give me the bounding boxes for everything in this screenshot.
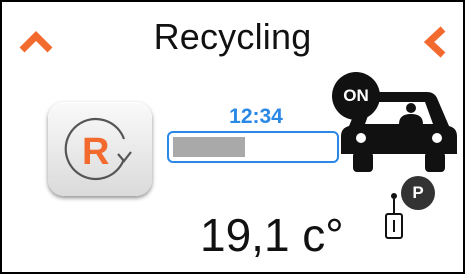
recycle-r-icon: R xyxy=(64,117,132,181)
progress-fill xyxy=(173,137,245,157)
recycling-screen: Recycling R 12:34 ON 19,1 c° P xyxy=(0,0,465,274)
page-title: Recycling xyxy=(153,16,312,57)
recycle-letter: R xyxy=(82,131,109,173)
chevron-left-icon xyxy=(423,26,446,58)
recycle-timer: 12:34 xyxy=(229,105,283,128)
temperature-readout: 19,1 c° xyxy=(200,209,344,261)
nav-back-button[interactable] xyxy=(416,24,456,60)
vehicle-status-badge: ON xyxy=(332,72,380,120)
park-badge: P xyxy=(401,176,435,210)
recycle-button[interactable]: R xyxy=(48,102,152,196)
recycle-progress-bar xyxy=(167,131,339,163)
